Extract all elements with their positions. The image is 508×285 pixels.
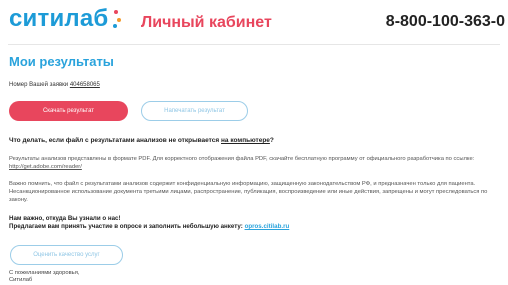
header: ситилаб Личный кабинет 8-800-100-363-0 xyxy=(0,0,508,46)
poll-line1: Нам важно, откуда Вы узнали о нас! xyxy=(9,215,121,222)
print-result-button[interactable]: Напечатать результат xyxy=(141,101,248,121)
page-title: Мои результаты xyxy=(9,54,114,69)
pdf-instructions-text: Результаты анализов представлены в форма… xyxy=(9,156,475,162)
order-label: Номер Вашей заявки xyxy=(9,82,69,88)
signature-line2: Ситилаб xyxy=(9,277,33,283)
signature-line1: С пожеланиями здоровья, xyxy=(9,270,80,276)
help-question-mark: ? xyxy=(269,137,274,144)
download-result-button[interactable]: Скачать результат xyxy=(9,101,128,121)
phone-number[interactable]: 8-800-100-363-0 xyxy=(386,13,505,31)
confidentiality-notice: Важно помнить, что файл с результатами а… xyxy=(9,181,488,203)
poll-block: Нам важно, откуда Вы узнали о нас! Предл… xyxy=(9,215,289,231)
signature: С пожеланиями здоровья, Ситилаб xyxy=(9,270,79,284)
header-divider xyxy=(8,44,500,45)
rate-service-button[interactable]: Оценить качество услуг xyxy=(10,245,123,265)
poll-link[interactable]: opros.citilab.ru xyxy=(245,223,290,230)
help-question-link[interactable]: на компьютере xyxy=(221,137,270,144)
help-question-text: Что делать, если файл с результатами ана… xyxy=(9,137,220,144)
citilab-logo[interactable]: ситилаб xyxy=(9,6,122,32)
logo-text: ситилаб xyxy=(9,5,109,32)
pdf-instructions: Результаты анализов представлены в форма… xyxy=(9,155,501,171)
help-question: Что делать, если файл с результатами ана… xyxy=(9,137,274,144)
poll-line2: Предлагаем вам принять участие в опросе … xyxy=(9,223,243,230)
order-info: Номер Вашей заявки 404658065 xyxy=(9,82,100,88)
adobe-reader-link[interactable]: http://get.adobe.com/reader/ xyxy=(9,164,82,170)
logo-dots-icon xyxy=(112,7,122,31)
cabinet-title: Личный кабинет xyxy=(141,14,272,31)
order-number-link[interactable]: 404658065 xyxy=(70,82,100,88)
